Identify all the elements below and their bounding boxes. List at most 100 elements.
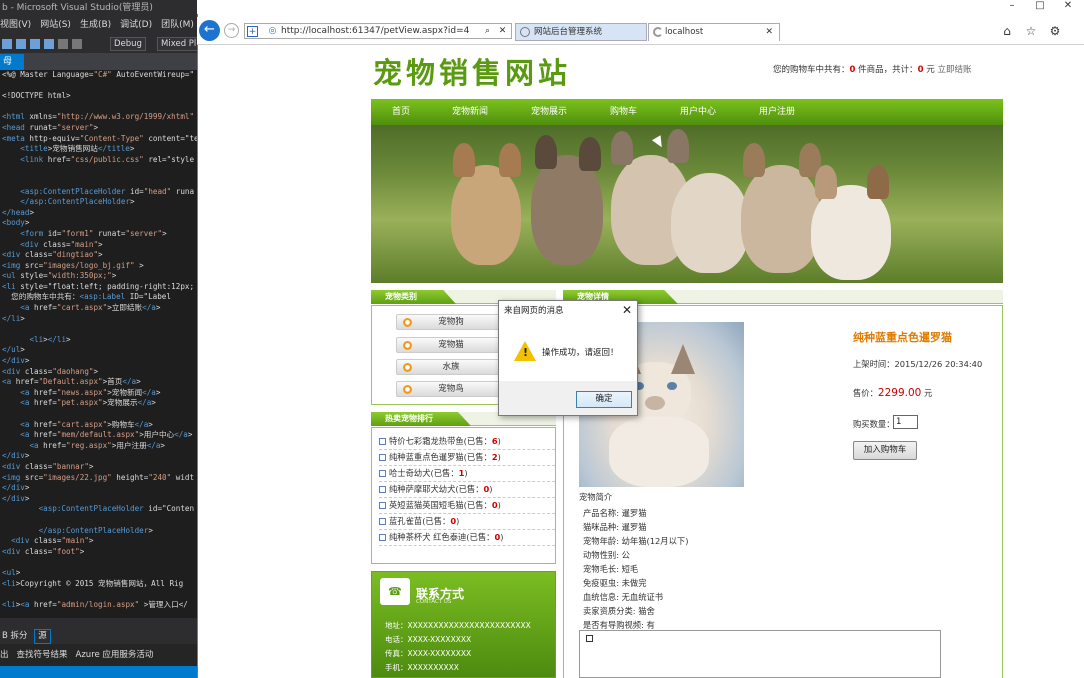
detail-line: 产品名称: 暹罗猫: [583, 508, 647, 518]
menu-debug[interactable]: 调试(D): [120, 20, 152, 30]
code-line: <div class="main">: [20, 239, 103, 249]
nav-cart[interactable]: 购物车: [610, 99, 637, 125]
add-to-cart-button[interactable]: 加入购物车: [853, 441, 917, 460]
save-all-icon[interactable]: [44, 39, 54, 49]
category-cats[interactable]: ● 宠物猫: [396, 337, 506, 353]
quantity-input[interactable]: 1: [893, 415, 918, 429]
new-project-icon[interactable]: [2, 39, 12, 49]
vs-menu-bar: 视图(V) 网站(S) 生成(B) 调试(D) 团队(M): [0, 17, 197, 34]
list-bullet-icon: [379, 502, 386, 509]
code-line: <img src="images/22.jpg" height="240" wi…: [2, 472, 195, 482]
media-placeholder-icon: [586, 635, 593, 642]
close-icon[interactable]: ✕: [1054, 0, 1082, 14]
code-line: <!DOCTYPE html>: [2, 91, 71, 101]
code-line: <a href="reg.aspx">用户注册</a>: [29, 440, 165, 450]
refresh-icon[interactable]: ✕: [497, 26, 508, 37]
ok-button[interactable]: 确定: [576, 391, 632, 408]
dialog-close-icon[interactable]: ✕: [622, 303, 632, 317]
minimize-icon[interactable]: –: [998, 0, 1026, 14]
vs-document-tab[interactable]: 母: [0, 54, 24, 70]
open-icon[interactable]: [16, 39, 26, 49]
favorites-icon[interactable]: ☆: [1024, 24, 1038, 38]
maximize-icon[interactable]: □: [1026, 0, 1054, 14]
price-unit: 元: [923, 388, 933, 398]
ie-page-icon: [520, 27, 530, 37]
bullet-icon: ●: [403, 318, 412, 327]
config-dropdown[interactable]: Debug: [110, 37, 146, 51]
find-symbol-tab[interactable]: 查找符号结果: [17, 650, 68, 660]
main-nav: 首页 宠物新闻 宠物展示 购物车 用户中心 用户注册: [371, 99, 1003, 125]
detail-line: 宠物年龄: 幼年猫(12月以下): [583, 536, 689, 546]
menu-website[interactable]: 网站(S): [40, 20, 71, 30]
category-birds[interactable]: ● 宠物鸟: [396, 381, 506, 397]
code-line: <a href="news.aspx">宠物新闻</a>: [20, 387, 161, 397]
list-bullet-icon: [379, 454, 386, 461]
category-dogs[interactable]: ● 宠物狗: [396, 314, 506, 330]
checkout-link[interactable]: 立即结账: [937, 65, 971, 75]
hot-item[interactable]: 纯种茶杯犬 红色泰迪(已售：0): [379, 530, 555, 546]
tab-label: localhost: [665, 27, 704, 37]
nav-home[interactable]: 首页: [392, 99, 410, 125]
compat-view-icon[interactable]: +: [247, 26, 258, 37]
warning-icon: !: [514, 341, 536, 361]
url-text[interactable]: http://localhost:61347/petView.aspx?id=4: [281, 25, 469, 38]
category-aquatic[interactable]: ● 水族: [396, 359, 506, 375]
undo-icon[interactable]: [58, 39, 68, 49]
search-icon[interactable]: ⌕: [482, 26, 493, 37]
code-line: </div>: [2, 493, 30, 503]
code-line: <title>宠物销售网站</title>: [20, 144, 135, 154]
menu-build[interactable]: 生成(B): [80, 20, 111, 30]
code-editor[interactable]: <%@ Master Language="C#" AutoEventWireup…: [0, 70, 197, 618]
list-bullet-icon: [379, 486, 386, 493]
code-line: <a href="cart.aspx">立即结账</a>: [20, 303, 161, 313]
settings-gear-icon[interactable]: ⚙: [1048, 24, 1062, 38]
hot-item[interactable]: 纯种萨摩耶犬幼犬(已售：0): [379, 482, 555, 498]
nav-news[interactable]: 宠物新闻: [452, 99, 488, 125]
source-view-tab[interactable]: 源: [34, 629, 51, 644]
contact-address: 地址：XXXXXXXXXXXXXXXXXXXXXXXX: [385, 621, 531, 630]
price-label: 售价：: [853, 388, 878, 398]
detail-line: 免疫驱虫: 未做完: [583, 578, 647, 588]
site-logo[interactable]: 宠物销售网站: [373, 50, 571, 92]
vs-document-tabbar: 母: [0, 54, 197, 70]
nav-user-center[interactable]: 用户中心: [680, 99, 716, 125]
list-bullet-icon: [379, 470, 386, 477]
back-arrow-icon[interactable]: ←: [199, 20, 220, 41]
video-embed[interactable]: [579, 630, 941, 678]
time-value: 2015/12/26 20:34:40: [894, 359, 983, 369]
home-icon[interactable]: ⌂: [1000, 24, 1014, 38]
address-bar[interactable]: + ◎ http://localhost:61347/petView.aspx?…: [244, 23, 512, 39]
code-line: <div class="dingtiao">: [2, 250, 103, 260]
nav-register[interactable]: 用户注册: [759, 99, 795, 125]
save-icon[interactable]: [30, 39, 40, 49]
hot-item-end: ): [497, 436, 501, 446]
hot-item[interactable]: 蓝孔雀苗(已售：0): [379, 514, 555, 530]
vs-title-bar: b - Microsoft Visual Studio(管理员): [0, 0, 197, 17]
nav-pets[interactable]: 宠物展示: [531, 99, 567, 125]
redo-icon[interactable]: [72, 39, 82, 49]
bullet-icon: ●: [403, 363, 412, 372]
contact-phone: 电话：XXXX-XXXXXXXX: [385, 635, 472, 644]
split-view-tab[interactable]: B 拆分: [2, 631, 28, 641]
dialog-message: 操作成功，请返回！: [542, 348, 619, 358]
menu-view[interactable]: 视图(V): [0, 20, 31, 30]
azure-activity-tab[interactable]: Azure 应用服务活动: [76, 650, 154, 660]
hot-item[interactable]: 哈士奇幼犬(已售：1): [379, 466, 555, 482]
menu-team[interactable]: 团队(M): [161, 20, 194, 30]
output-tab[interactable]: 出: [0, 650, 9, 660]
hot-item[interactable]: 纯种蓝重点色暹罗猫(已售：2): [379, 450, 555, 466]
code-line: <meta http-equiv="Content-Type" content=…: [2, 133, 197, 143]
browser-tab-admin[interactable]: 网站后台管理系统: [515, 23, 647, 41]
platform-dropdown[interactable]: Mixed Pl: [157, 37, 201, 51]
hot-title: 热卖宠物排行: [371, 412, 471, 426]
forward-arrow-icon[interactable]: →: [224, 23, 239, 38]
tab-close-icon[interactable]: ✕: [765, 24, 773, 40]
browser-tab-localhost[interactable]: localhost ✕: [648, 23, 780, 41]
hot-item[interactable]: 英短蓝猫英国短毛猫(已售：0): [379, 498, 555, 514]
tab-label: 网站后台管理系统: [534, 27, 603, 37]
cart-unit: 元: [923, 65, 938, 75]
code-line: <li>Copyright © 2015 宠物销售网站，All Rig: [2, 578, 184, 588]
hot-item[interactable]: 特价七彩霜龙热带鱼(已售：6): [379, 434, 555, 450]
code-line: </div>: [2, 451, 30, 461]
